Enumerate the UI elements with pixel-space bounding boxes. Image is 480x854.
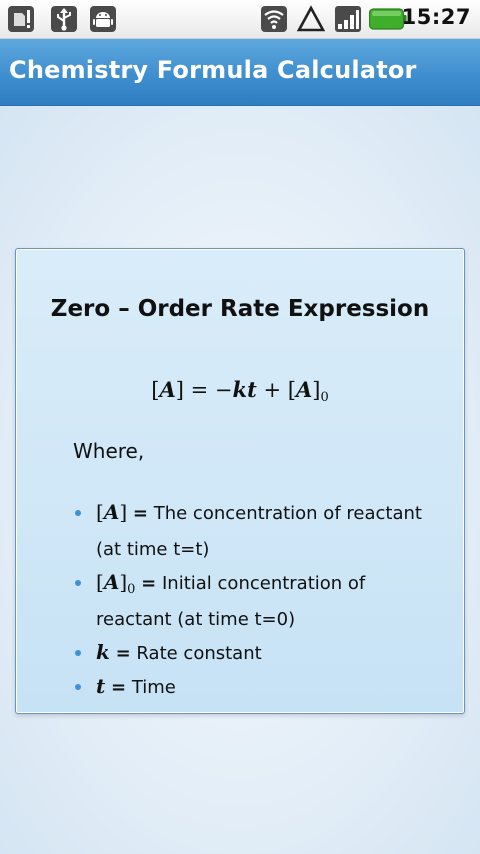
bullet-icon (75, 650, 81, 656)
bullet-icon (75, 684, 81, 690)
formula-plus: + [ (256, 378, 296, 402)
definition-text: Time (131, 677, 176, 698)
app-title-bar: Chemistry Formula Calculator (0, 39, 480, 106)
definition-equals: = (115, 643, 131, 664)
signal-icon (335, 6, 361, 32)
definition-equals: = (132, 503, 148, 524)
formula-var-t: t (247, 377, 257, 402)
definition-item: [A]0 = Initial concentration of reactant… (74, 567, 434, 635)
definition-symbol: t (96, 674, 106, 698)
formula-var-a: A (159, 377, 176, 402)
definitions-list: [A] = The concentration of reactant (at … (74, 497, 434, 705)
definition-item: k = Rate constant (74, 637, 434, 669)
android-debug-icon (90, 6, 116, 32)
clock: 15:27 (401, 5, 471, 29)
formula-var-k: k (232, 377, 248, 402)
sd-card-alert-icon (8, 6, 34, 32)
definition-symbol: [A]0 (96, 570, 136, 597)
definition-equals: = (141, 573, 157, 594)
definition-text: Initial concentration of reactant (at ti… (96, 573, 366, 630)
content-area: Zero – Order Rate Expression [A] = −kt +… (0, 106, 480, 854)
formula-equals: = − (183, 378, 233, 402)
wifi-icon (261, 6, 287, 32)
app-title: Chemistry Formula Calculator (9, 56, 417, 84)
status-bar: 15:27 (0, 0, 480, 39)
where-label: Where, (73, 439, 145, 463)
definition-symbol: [A] (96, 500, 128, 524)
definition-item: t = Time (74, 671, 434, 703)
formula-subscript: 0 (320, 390, 329, 405)
usb-icon (51, 6, 77, 32)
definition-equals: = (110, 677, 127, 698)
formula-title: Zero – Order Rate Expression (50, 296, 430, 322)
triangle-icon (296, 5, 326, 32)
definition-symbol: k (96, 640, 110, 664)
formula-bracket: ] (175, 378, 184, 402)
bullet-icon (75, 510, 81, 516)
formula-var-a0: A (295, 377, 313, 402)
definition-text: Rate constant (136, 643, 262, 664)
formula-expression: [A] = −kt + [A]0 (16, 377, 464, 405)
bullet-icon (75, 580, 81, 586)
definition-item: [A] = The concentration of reactant (at … (74, 497, 434, 565)
formula-card: Zero – Order Rate Expression [A] = −kt +… (15, 248, 465, 714)
